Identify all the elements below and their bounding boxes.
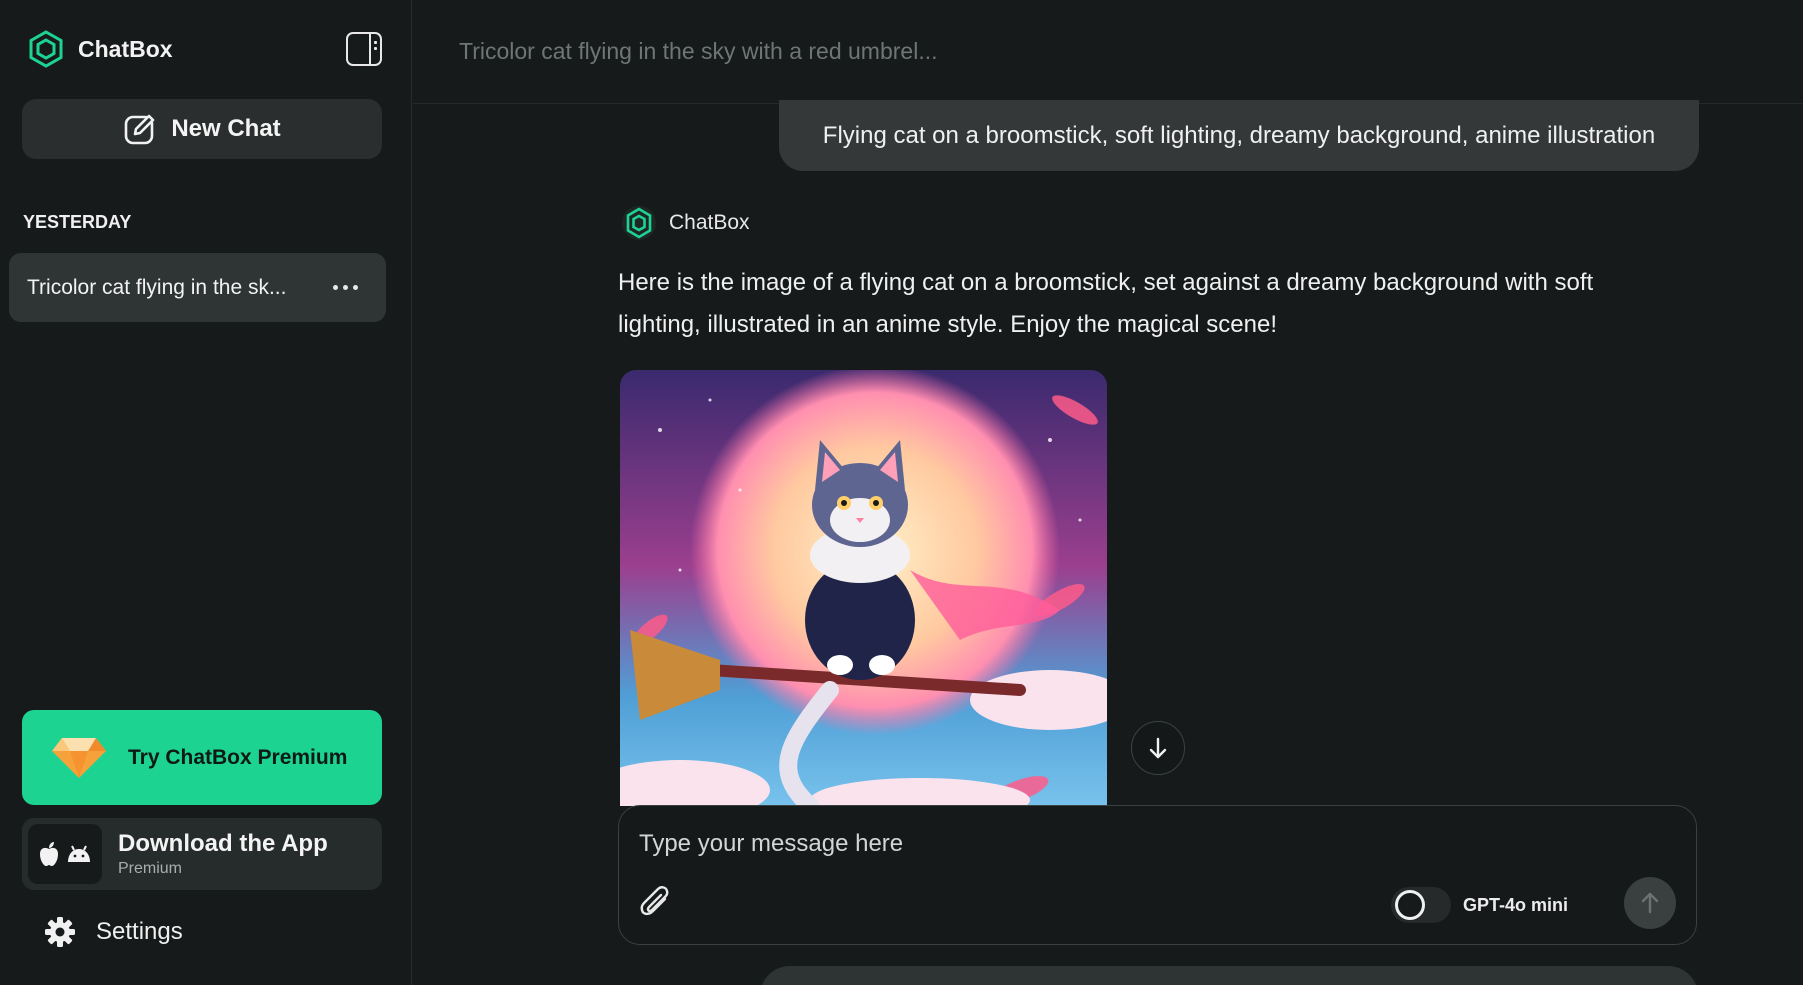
- try-premium-label: Try ChatBox Premium: [128, 745, 348, 769]
- user-message-text: Flying cat on a broomstick, soft lightin…: [822, 121, 1656, 149]
- edit-icon: [125, 114, 155, 145]
- android-icon: [68, 845, 90, 862]
- new-chat-button[interactable]: New Chat: [22, 99, 382, 159]
- download-subtitle: Premium: [118, 860, 183, 877]
- conversation-title[interactable]: Tricolor cat flying in the sky with a re…: [459, 38, 938, 65]
- download-title: Download the App: [118, 830, 328, 857]
- chatbox-logo-icon: [29, 30, 63, 68]
- platform-icons: [28, 824, 102, 884]
- paperclip-icon: [640, 886, 669, 916]
- assistant-name: ChatBox: [669, 211, 750, 234]
- settings-label: Settings: [96, 918, 183, 945]
- sidebar-toggle-icon[interactable]: [346, 32, 382, 66]
- more-icon[interactable]: [333, 285, 358, 290]
- diamond-icon: [52, 737, 106, 778]
- attach-button[interactable]: [639, 884, 673, 925]
- arrow-down-icon: [1149, 737, 1167, 759]
- settings-button[interactable]: Settings: [44, 916, 183, 948]
- brand-name: ChatBox: [78, 35, 173, 62]
- send-button[interactable]: [1624, 877, 1676, 929]
- user-message-bubble: Flying cat on a broomstick, soft lightin…: [779, 100, 1699, 171]
- apple-icon: [40, 842, 58, 866]
- message-composer: GPT-4o mini: [618, 805, 1697, 945]
- section-label-yesterday: YESTERDAY: [23, 212, 132, 232]
- sidebar: ChatBox New Chat YESTERDAY Tricolor cat …: [0, 0, 412, 985]
- assistant-header: ChatBox: [621, 204, 750, 242]
- gear-icon: [45, 917, 75, 947]
- model-selector[interactable]: GPT-4o mini: [1463, 895, 1568, 916]
- chat-list-item[interactable]: Tricolor cat flying in the sk...: [9, 253, 386, 322]
- chat-item-title: Tricolor cat flying in the sk...: [27, 275, 287, 299]
- assistant-message-text: Here is the image of a flying cat on a b…: [618, 269, 1594, 338]
- try-premium-button[interactable]: Try ChatBox Premium: [22, 710, 382, 805]
- brand[interactable]: ChatBox: [28, 30, 173, 68]
- chatbox-logo-icon: [622, 206, 656, 240]
- download-app-button[interactable]: Download the App Premium: [22, 818, 382, 890]
- model-toggle[interactable]: [1391, 887, 1451, 923]
- scroll-down-button[interactable]: [1131, 721, 1185, 775]
- new-chat-label: New Chat: [171, 115, 281, 142]
- next-message-bubble: [760, 966, 1698, 985]
- conversation-header: Tricolor cat flying in the sky with a re…: [413, 0, 1803, 104]
- arrow-up-icon: [1641, 892, 1659, 914]
- generated-image[interactable]: [620, 370, 1107, 806]
- message-input[interactable]: [639, 830, 1539, 858]
